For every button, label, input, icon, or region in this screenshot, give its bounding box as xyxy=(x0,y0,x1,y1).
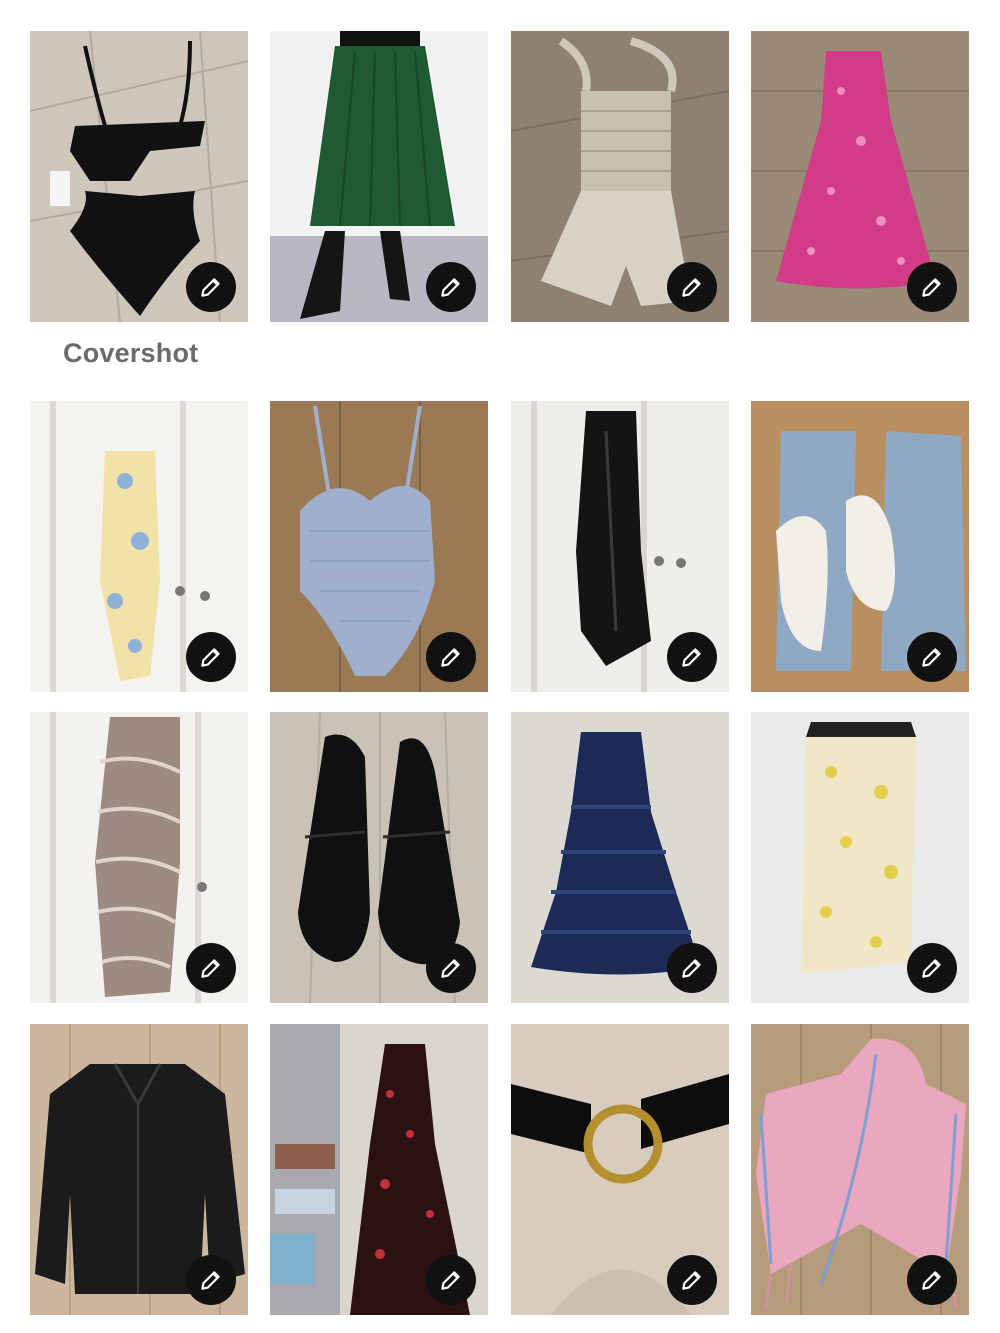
item-pink-fringe-poncho[interactable] xyxy=(751,1024,969,1315)
edit-button[interactable] xyxy=(426,262,476,312)
edit-button[interactable] xyxy=(907,262,957,312)
edit-button[interactable] xyxy=(426,632,476,682)
item-smocked-romper[interactable] xyxy=(511,31,729,322)
pencil-icon xyxy=(201,278,220,297)
edit-button[interactable] xyxy=(907,632,957,682)
pencil-icon xyxy=(201,1271,220,1290)
edit-button[interactable] xyxy=(186,943,236,993)
pencil-icon xyxy=(682,648,701,667)
item-pink-floral-dress[interactable] xyxy=(751,31,969,322)
item-black-satin-slip-dress[interactable] xyxy=(511,401,729,692)
pencil-icon xyxy=(441,648,460,667)
item-zebra-print-slip-dress[interactable] xyxy=(30,712,248,1003)
edit-button[interactable] xyxy=(667,943,717,993)
item-floral-satin-skirt[interactable] xyxy=(751,712,969,1003)
item-black-denim-jacket[interactable] xyxy=(30,1024,248,1315)
pencil-icon xyxy=(682,959,701,978)
edit-button[interactable] xyxy=(907,943,957,993)
pencil-icon xyxy=(922,278,941,297)
item-jeans-and-white-bikini[interactable] xyxy=(751,401,969,692)
edit-button[interactable] xyxy=(667,1255,717,1305)
item-black-floral-maxi-dress[interactable] xyxy=(270,1024,488,1315)
pencil-icon xyxy=(441,1271,460,1290)
pencil-icon xyxy=(922,959,941,978)
pencil-icon xyxy=(922,648,941,667)
item-gingham-swimsuit[interactable] xyxy=(270,401,488,692)
item-yellow-floral-slip-dress[interactable] xyxy=(30,401,248,692)
item-black-cutout-swimsuit[interactable] xyxy=(30,31,248,322)
item-navy-tiered-ruffle-dress[interactable] xyxy=(511,712,729,1003)
pencil-icon xyxy=(201,648,220,667)
pencil-icon xyxy=(682,1271,701,1290)
item-black-suede-loafers[interactable] xyxy=(270,712,488,1003)
covershot-label: Covershot xyxy=(63,338,199,368)
edit-button[interactable] xyxy=(186,632,236,682)
pencil-icon xyxy=(441,278,460,297)
edit-button[interactable] xyxy=(426,943,476,993)
edit-button[interactable] xyxy=(426,1255,476,1305)
edit-button[interactable] xyxy=(186,1255,236,1305)
edit-button[interactable] xyxy=(186,262,236,312)
pencil-icon xyxy=(682,278,701,297)
pencil-icon xyxy=(441,959,460,978)
edit-button[interactable] xyxy=(667,262,717,312)
edit-button[interactable] xyxy=(667,632,717,682)
pencil-icon xyxy=(922,1271,941,1290)
pencil-icon xyxy=(201,959,220,978)
item-green-pleated-skirt[interactable] xyxy=(270,31,488,322)
edit-button[interactable] xyxy=(907,1255,957,1305)
item-black-ring-belt[interactable] xyxy=(511,1024,729,1315)
